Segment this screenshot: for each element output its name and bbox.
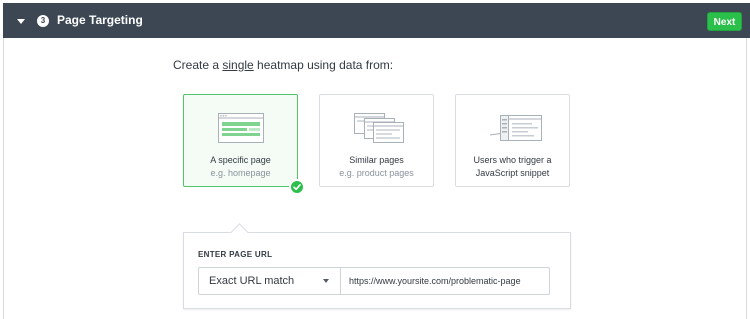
step-number-badge: 3 [37, 15, 49, 27]
option-subtitle: e.g. product pages [339, 168, 414, 178]
prompt-text-underlined: single [222, 58, 254, 72]
targeting-prompt: Create a single heatmap using data from: [173, 58, 393, 72]
section-header[interactable]: 3 Page Targeting Next [3, 3, 750, 38]
single-page-icon [218, 113, 264, 143]
section-title: Page Targeting [57, 13, 143, 27]
multiple-pages-icon [354, 113, 404, 143]
prompt-text-after: heatmap using data from: [253, 58, 394, 72]
chevron-down-icon [323, 279, 329, 283]
option-subtitle: JavaScript snippet [475, 168, 550, 178]
option-javascript-trigger-card[interactable]: Users who trigger a JavaScript snippet [455, 94, 570, 187]
option-title: Users who trigger a [473, 155, 552, 165]
option-specific-page-card[interactable]: A specific page e.g. homepage [183, 94, 298, 187]
option-similar-pages-card[interactable]: Similar pages e.g. product pages [319, 94, 434, 187]
url-match-value: Exact URL match [209, 275, 295, 287]
next-button[interactable]: Next [707, 12, 742, 31]
option-title: Similar pages [349, 155, 404, 165]
url-label: ENTER PAGE URL [198, 250, 273, 259]
option-subtitle: e.g. homepage [210, 168, 271, 178]
code-snippet-icon [490, 115, 542, 141]
url-match-select[interactable]: Exact URL match [198, 267, 341, 295]
collapse-caret-icon[interactable] [17, 19, 25, 24]
url-input[interactable]: https://www.yoursite.com/problematic-pag… [340, 267, 550, 295]
option-title: A specific page [210, 155, 271, 165]
url-entry-panel: ENTER PAGE URL Exact URL match https://w… [183, 223, 571, 309]
selected-check-icon [289, 179, 305, 195]
prompt-text-before: Create a [173, 58, 223, 72]
